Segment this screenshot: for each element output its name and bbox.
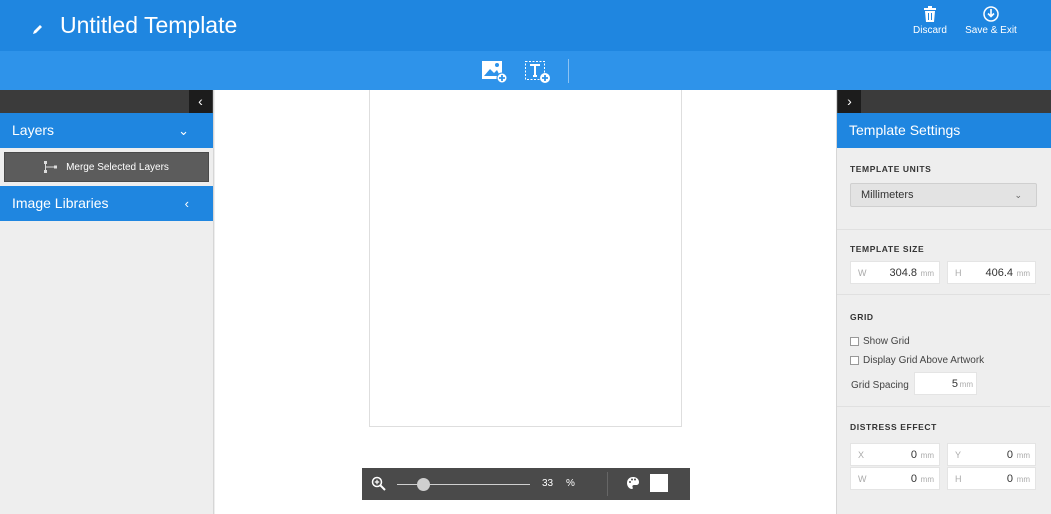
background-color-swatch[interactable] xyxy=(650,474,668,492)
section-divider xyxy=(837,229,1051,230)
download-circle-icon xyxy=(983,6,999,22)
distress-w-label: W xyxy=(858,474,867,484)
zoom-bar-divider xyxy=(607,472,608,496)
save-exit-button[interactable]: Save & Exit xyxy=(961,6,1021,36)
grid-spacing-label: Grid Spacing xyxy=(851,380,909,391)
collapse-left-panel-button[interactable]: ‹ xyxy=(189,90,212,113)
distress-x-unit: mm xyxy=(920,451,934,460)
discard-button[interactable]: Discard xyxy=(900,6,960,36)
distress-x-value: 0 xyxy=(910,449,917,461)
add-text-icon[interactable] xyxy=(523,58,551,84)
grid-label: GRID xyxy=(850,312,874,322)
template-units-select[interactable]: Millimeters ⌄ xyxy=(850,183,1037,207)
merge-label: Merge Selected Layers xyxy=(66,161,169,173)
distress-y-field[interactable]: Y 0 mm xyxy=(947,443,1036,466)
collapse-right-panel-button[interactable]: › xyxy=(838,90,861,113)
canvas-area[interactable]: 33 % xyxy=(215,90,836,514)
grid-above-artwork-label: Display Grid Above Artwork xyxy=(863,355,985,366)
chevron-right-icon: › xyxy=(847,93,852,109)
section-divider xyxy=(837,406,1050,407)
top-bar: Untitled Template Discard Save & Exit xyxy=(0,0,1051,51)
grid-spacing-field[interactable]: 5 mm xyxy=(914,372,977,395)
template-title[interactable]: Untitled Template xyxy=(60,10,237,40)
chevron-down-icon: ⌄ xyxy=(178,123,189,138)
zoom-value: 33 xyxy=(542,478,554,489)
image-libraries-label: Image Libraries xyxy=(12,195,109,211)
grid-spacing-value: 5 xyxy=(951,378,958,390)
chevron-left-icon: ‹ xyxy=(198,93,203,109)
distress-h-unit: mm xyxy=(1016,475,1030,484)
grid-above-artwork-checkbox[interactable] xyxy=(850,356,859,365)
merge-layers-button[interactable]: Merge Selected Layers xyxy=(4,152,209,182)
grid-spacing-unit: mm xyxy=(959,380,973,389)
width-field-unit: mm xyxy=(920,269,934,278)
pencil-icon[interactable] xyxy=(31,22,45,36)
zoom-unit: % xyxy=(566,478,575,489)
toolbar-divider xyxy=(568,59,569,83)
left-panel-strip: ‹ xyxy=(0,90,213,113)
height-field-value: 406.4 xyxy=(985,267,1013,279)
distress-w-field[interactable]: W 0 mm xyxy=(850,467,940,490)
image-libraries-section-header[interactable]: Image Libraries ‹ xyxy=(0,186,213,221)
distress-h-label: H xyxy=(955,474,962,484)
distress-effect-label: DISTRESS EFFECT xyxy=(850,422,937,432)
palette-icon[interactable] xyxy=(626,476,640,490)
distress-y-label: Y xyxy=(955,450,962,460)
distress-x-field[interactable]: X 0 mm xyxy=(850,443,940,466)
template-page[interactable] xyxy=(369,90,682,427)
template-units-label: TEMPLATE UNITS xyxy=(850,164,932,174)
template-settings-header: Template Settings xyxy=(837,113,1051,148)
template-units-value: Millimeters xyxy=(861,189,914,201)
zoom-in-icon[interactable] xyxy=(371,476,387,492)
template-size-label: TEMPLATE SIZE xyxy=(850,244,925,254)
left-panel: ‹ Layers ⌄ Merge Selected Layers Image L… xyxy=(0,90,214,514)
section-divider xyxy=(837,294,1050,295)
template-settings-title: Template Settings xyxy=(849,122,961,138)
distress-h-field[interactable]: H 0 mm xyxy=(947,467,1036,490)
chevron-down-icon: ⌄ xyxy=(1014,190,1022,200)
template-units-section: TEMPLATE UNITS Millimeters ⌄ xyxy=(837,164,1051,207)
discard-label: Discard xyxy=(913,25,947,36)
show-grid-checkbox[interactable] xyxy=(850,337,859,346)
distress-h-value: 0 xyxy=(1006,473,1013,485)
merge-icon xyxy=(44,161,58,173)
distress-y-value: 0 xyxy=(1006,449,1013,461)
width-field-label: W xyxy=(858,268,867,278)
chevron-left-icon: ‹ xyxy=(184,196,189,211)
height-field-label: H xyxy=(955,268,962,278)
height-field-unit: mm xyxy=(1016,269,1030,278)
right-panel: › Template Settings TEMPLATE UNITS Milli… xyxy=(836,90,1051,514)
zoom-bar: 33 % xyxy=(362,468,690,500)
template-size-section: TEMPLATE SIZE xyxy=(837,244,1051,254)
right-panel-strip: › xyxy=(837,90,1051,113)
width-field-value: 304.8 xyxy=(889,267,917,279)
template-height-field[interactable]: H 406.4 mm xyxy=(947,261,1036,284)
save-exit-label: Save & Exit xyxy=(965,25,1017,36)
distress-y-unit: mm xyxy=(1016,451,1030,460)
distress-x-label: X xyxy=(858,450,865,460)
layers-label: Layers xyxy=(12,122,55,138)
distress-w-value: 0 xyxy=(910,473,917,485)
tool-bar xyxy=(0,51,1051,90)
show-grid-label: Show Grid xyxy=(863,336,910,347)
distress-w-unit: mm xyxy=(920,475,934,484)
grid-above-artwork-row[interactable]: Display Grid Above Artwork xyxy=(850,355,984,366)
layers-section-header[interactable]: Layers ⌄ xyxy=(0,113,213,148)
add-image-icon[interactable] xyxy=(480,58,508,84)
trash-icon xyxy=(924,6,936,22)
zoom-slider-thumb[interactable] xyxy=(417,478,430,491)
template-width-field[interactable]: W 304.8 mm xyxy=(850,261,940,284)
show-grid-row[interactable]: Show Grid xyxy=(850,336,910,347)
